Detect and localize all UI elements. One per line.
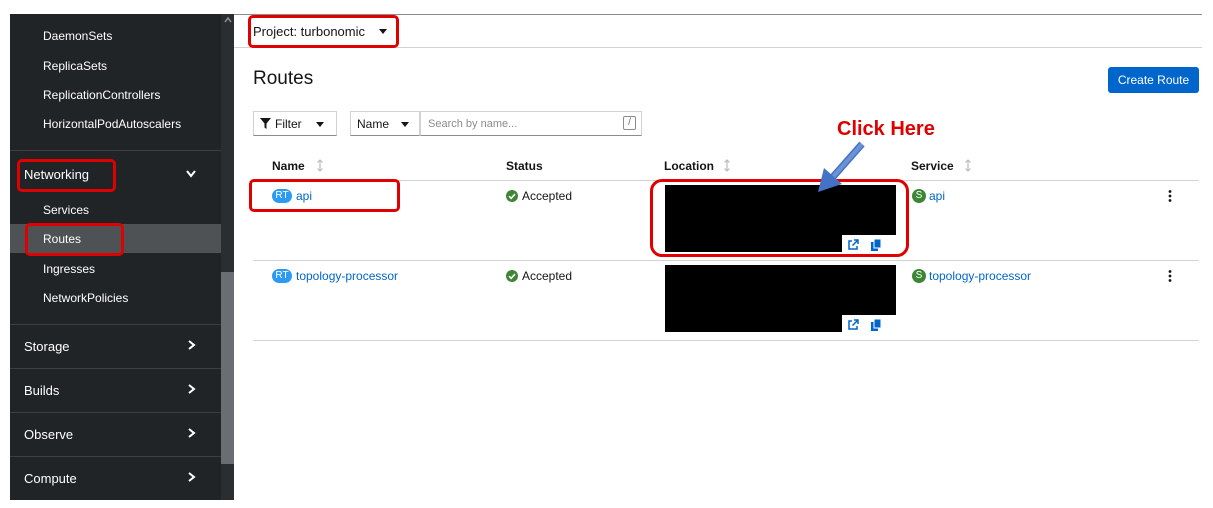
create-route-button[interactable]: Create Route [1108, 67, 1199, 93]
sidebar-item-services[interactable]: Services [43, 203, 89, 217]
sort-icon[interactable] [964, 159, 972, 172]
click-here-callout: Click Here [837, 118, 935, 140]
service-badge: S [912, 269, 926, 283]
route-badge: RT [272, 269, 292, 283]
sort-icon[interactable] [316, 159, 324, 172]
chevron-down-icon [186, 170, 196, 178]
column-header-location[interactable]: Location [664, 159, 714, 173]
service-badge: S [912, 189, 926, 203]
sidebar-section-builds[interactable]: Builds [10, 368, 221, 412]
sidebar-item-replicationcontrollers[interactable]: ReplicationControllers [43, 88, 160, 102]
route-link-topology-processor[interactable]: topology-processor [296, 269, 398, 283]
arrow-pointer-icon [818, 141, 865, 192]
page-title: Routes [253, 68, 314, 89]
sidebar-scrollbar-thumb[interactable] [221, 272, 234, 464]
row-divider [253, 340, 1199, 341]
search-placeholder: Search by name... [428, 118, 518, 130]
sidebar-item-replicasets[interactable]: ReplicaSets [43, 59, 107, 73]
filter-icon [260, 118, 271, 129]
scroll-up-icon[interactable] [223, 15, 233, 25]
sidebar-section-observe[interactable]: Observe [10, 412, 221, 456]
chevron-right-icon [188, 384, 196, 394]
check-circle-icon [506, 190, 518, 202]
filter-dropdown[interactable]: Filter [253, 111, 337, 136]
filter-label: Filter [275, 117, 302, 131]
highlight-location [650, 179, 909, 257]
sidebar-item-ingresses[interactable]: Ingresses [43, 262, 95, 276]
copy-icon[interactable] [870, 319, 882, 331]
redacted-location [665, 287, 896, 315]
sidebar-section-storage[interactable]: Storage [10, 324, 221, 368]
kebab-menu-icon[interactable] [1168, 190, 1172, 202]
sidebar-item-networkpolicies[interactable]: NetworkPolicies [43, 291, 128, 305]
sidebar-item-horizontalpodautoscalers[interactable]: HorizontalPodAutoscalers [43, 117, 181, 131]
sidebar-section-label: Observe [24, 427, 74, 442]
highlight-networking [17, 159, 116, 192]
caret-down-icon [316, 122, 324, 127]
chevron-right-icon [188, 428, 196, 438]
sidebar-section-label: Storage [24, 339, 70, 354]
search-shortcut-hint: / [623, 116, 636, 130]
sidebar: DaemonSets ReplicaSets ReplicationContro… [10, 14, 234, 500]
highlight-route-api [249, 179, 400, 212]
highlight-routes [25, 223, 124, 256]
name-select-label: Name [357, 117, 390, 131]
external-link-icon[interactable] [847, 319, 859, 331]
service-link-api[interactable]: api [929, 189, 945, 203]
chevron-right-icon [188, 340, 196, 350]
column-header-service[interactable]: Service [911, 159, 954, 173]
status-text: Accepted [522, 189, 573, 203]
service-link-topology-processor[interactable]: topology-processor [929, 269, 1031, 283]
sort-icon[interactable] [723, 159, 731, 172]
sidebar-section-label: Compute [24, 471, 77, 486]
redacted-location [665, 315, 842, 332]
sidebar-item-daemonsets[interactable]: DaemonSets [43, 29, 112, 43]
chevron-right-icon [188, 472, 196, 482]
highlight-project-selector [248, 15, 399, 48]
check-circle-icon [506, 270, 518, 282]
kebab-menu-icon[interactable] [1168, 270, 1172, 282]
sidebar-section-label: Builds [24, 383, 60, 398]
sidebar-section-compute[interactable]: Compute [10, 456, 221, 500]
status-text: Accepted [522, 269, 573, 283]
name-attribute-select[interactable]: Name [350, 111, 420, 136]
search-input[interactable]: Search by name... [420, 111, 642, 136]
column-header-status: Status [506, 159, 543, 173]
caret-down-icon [401, 122, 409, 127]
column-header-name[interactable]: Name [272, 159, 305, 173]
row-divider [253, 260, 1199, 261]
redacted-location [665, 265, 896, 287]
